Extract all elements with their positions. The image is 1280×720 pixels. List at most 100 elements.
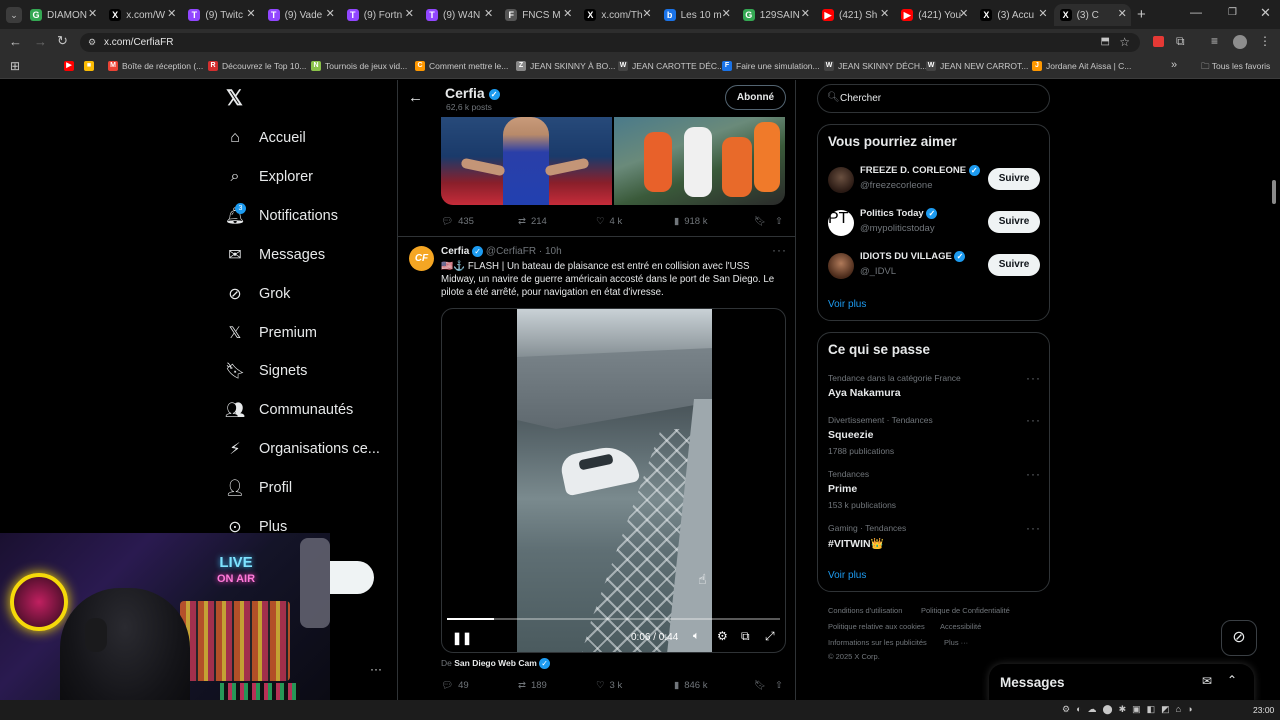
nav-item-communautés[interactable]: 👥︎ Communautés (225, 400, 353, 420)
share-icon[interactable]: ⇧ (775, 680, 783, 691)
views-button[interactable]: ▮ 918 k (674, 216, 707, 227)
suggested-user[interactable]: PT Politics Today ✓ @mypoliticstoday Suivre (818, 208, 1049, 248)
who-to-follow-more[interactable]: Voir plus (828, 299, 866, 310)
tab-close-icon[interactable]: ✕ (642, 7, 651, 20)
browser-tab[interactable]: Xx.com/Th ✕ (578, 4, 655, 26)
tab-close-icon[interactable]: ✕ (959, 7, 968, 20)
nav-item-organisations-ce[interactable]: ⚡︎ Organisations ce... (225, 439, 380, 459)
follow-button[interactable]: Suivre (988, 168, 1040, 190)
reply-button[interactable]: 💬︎ 49 (441, 680, 469, 691)
browser-tab[interactable]: T (9) Vade ✕ (262, 4, 339, 26)
user-avatar[interactable] (828, 167, 854, 193)
nav-item-premium[interactable]: 𝕏 Premium (225, 323, 317, 343)
browser-tab[interactable]: G 129SAIN ✕ (737, 4, 814, 26)
tab-search-icon[interactable]: ⌄ (6, 7, 22, 23)
nav-item-messages[interactable]: ✉ Messages (225, 245, 325, 265)
restore-icon[interactable]: ❐ (1228, 7, 1237, 18)
fullscreen-icon[interactable]: ⤢ (765, 629, 775, 644)
tab-close-icon[interactable]: ✕ (326, 7, 335, 20)
profile-avatar-icon[interactable] (1233, 35, 1247, 49)
bookmark-item[interactable]: F Faire une simulation... (722, 61, 820, 71)
footer-link[interactable]: Accessibilité (940, 622, 981, 631)
like-button[interactable]: ♡ 3 k (596, 680, 622, 691)
browser-tab[interactable]: F FNCS M ✕ (499, 4, 576, 26)
account-more-icon[interactable]: ··· (370, 662, 382, 676)
browser-tab[interactable]: X (3) Accu ✕ (974, 4, 1051, 26)
pip-icon[interactable]: ⧉ (741, 629, 750, 644)
bookmark-item[interactable]: M Boîte de réception (... (108, 61, 203, 71)
browser-tab[interactable]: X (3) C ✕ (1053, 4, 1131, 26)
tab-close-icon[interactable]: ✕ (1038, 7, 1047, 20)
like-button[interactable]: ♡ 4 k (596, 216, 622, 227)
trend-more-icon[interactable]: ··· (1026, 371, 1041, 385)
nav-item-profil[interactable]: 👤︎ Profil (225, 478, 292, 498)
menu-kebab-icon[interactable]: ⋮ (1259, 34, 1271, 48)
browser-tab[interactable]: b Les 10 m ✕ (658, 4, 735, 26)
bookmark-item[interactable]: N Tournois de jeux vid... (311, 61, 407, 71)
browser-tab[interactable]: T (9) W4N ✕ (420, 4, 497, 26)
trend-item[interactable]: Tendances Prime 153 k publications ··· (828, 467, 1040, 510)
tweet1-image-rescue[interactable] (614, 117, 785, 205)
forward-icon[interactable]: → (34, 34, 47, 49)
bookmark-star-icon[interactable]: ☆ (1119, 35, 1130, 49)
new-message-icon[interactable]: ✉ (1202, 674, 1212, 688)
bookmark-item[interactable]: W JEAN NEW CARROT... (926, 61, 1028, 71)
trend-item[interactable]: Gaming · Tendances #VITWIN👑 ··· (828, 521, 1041, 550)
tab-close-icon[interactable]: ✕ (880, 7, 889, 20)
x-logo-icon[interactable]: 𝕏 (226, 88, 246, 109)
nav-item-signets[interactable]: 🔖︎ Signets (225, 361, 308, 381)
footer-link[interactable]: Politique de Confidentialité (921, 606, 1010, 615)
nav-item-explorer[interactable]: ⌕ Explorer (225, 167, 313, 187)
expand-icon[interactable]: ⌃ (1227, 673, 1237, 687)
reload-icon[interactable]: ↻ (57, 33, 68, 49)
retweet-button[interactable]: ⇄ 189 (518, 680, 547, 691)
trend-more-icon[interactable]: ··· (1026, 413, 1041, 427)
url-input[interactable]: ⚙ x.com/CerfiaFR ⬒ ☆ (80, 33, 1140, 52)
close-window-icon[interactable]: ✕ (1260, 5, 1271, 21)
pause-icon[interactable]: ❚❚ (452, 631, 472, 645)
messages-drawer[interactable]: Messages ✉ ⌃ (989, 664, 1254, 704)
bookmark-item[interactable]: R Découvrez le Top 10... (208, 61, 306, 71)
browser-tab[interactable]: T (9) Fortn ✕ (341, 4, 418, 26)
bookmark-button[interactable]: 🔖︎ (754, 216, 766, 227)
back-arrow-icon[interactable]: ← (408, 89, 423, 106)
reply-button[interactable]: 💬︎ 435 (441, 216, 474, 227)
extension-red-icon[interactable] (1153, 36, 1164, 47)
tab-close-icon[interactable]: ✕ (722, 7, 731, 20)
bookmark-item[interactable]: W JEAN SKINNY DÉCH... (824, 61, 927, 71)
footer-link[interactable]: Informations sur les publicités (828, 638, 927, 647)
video-source-link[interactable]: San Diego Web Cam (454, 658, 537, 668)
tweet2-avatar[interactable]: CF (409, 246, 434, 271)
minimize-icon[interactable]: — (1190, 5, 1202, 19)
bookmarks-overflow-icon[interactable]: » (1171, 59, 1177, 71)
browser-tab[interactable]: ▶ (421) Sh ✕ (816, 4, 893, 26)
share-icon[interactable]: ⇧ (775, 216, 783, 227)
tab-close-icon[interactable]: ✕ (167, 7, 176, 20)
tab-close-icon[interactable]: ✕ (405, 7, 414, 20)
apps-grid-icon[interactable]: ⊞ (10, 59, 20, 73)
views-button[interactable]: ▮ 846 k (674, 680, 707, 691)
media-icon[interactable]: ≡ (1211, 34, 1218, 48)
bookmark-item[interactable]: W JEAN CAROTTE DÉC... (618, 61, 724, 71)
tab-close-icon[interactable]: ✕ (563, 7, 572, 20)
browser-tab[interactable]: T (9) Twitc ✕ (182, 4, 259, 26)
volume-icon[interactable]: 🔈︎ (693, 630, 700, 643)
trend-more-icon[interactable]: ··· (1026, 521, 1041, 535)
tab-close-icon[interactable]: ✕ (1118, 7, 1127, 20)
bookmark-item[interactable]: J Jordane Ait Aissa | C... (1032, 61, 1131, 71)
follow-button[interactable]: Suivre (988, 211, 1040, 233)
settings-gear-icon[interactable]: ⚙ (717, 629, 728, 643)
video-player[interactable]: ❚❚ 0:06 / 0:44 🔈︎ ⚙ ⧉ ⤢ (441, 308, 786, 653)
browser-tab[interactable]: ▶ (421) You ✕ (895, 4, 972, 26)
footer-link[interactable]: Conditions d'utilisation (828, 606, 902, 615)
install-app-icon[interactable]: ⬒ (1101, 36, 1110, 47)
bookmark-item[interactable]: Z JEAN SKINNY À BO... (516, 61, 615, 71)
user-avatar[interactable] (828, 253, 854, 279)
nav-item-notifications[interactable]: 🔔︎ 3 Notifications (225, 202, 338, 226)
nav-item-grok[interactable]: ⊘ Grok (225, 284, 290, 304)
bookmark-item[interactable]: ▶ (64, 61, 78, 71)
following-button[interactable]: Abonné (725, 85, 786, 110)
user-avatar[interactable]: PT (828, 210, 854, 236)
browser-tab[interactable]: G DIAMON ✕ (24, 4, 101, 26)
new-tab-icon[interactable]: + (1137, 6, 1146, 23)
